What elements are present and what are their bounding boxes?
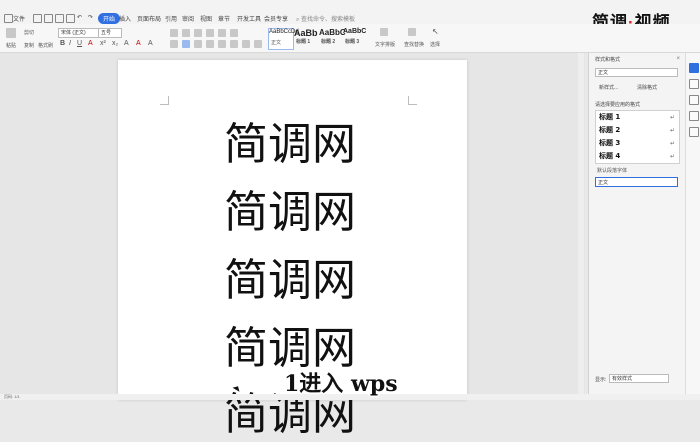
default-font-item[interactable]: 默认段落字体 xyxy=(597,167,627,174)
tab-view[interactable]: 视图 xyxy=(200,14,212,23)
style-heading-2[interactable]: AaBbC 标题 2 xyxy=(319,28,346,48)
subscript-icon[interactable]: x₂ xyxy=(112,40,118,47)
current-style-select[interactable]: 正文 xyxy=(595,68,678,77)
save-icon[interactable] xyxy=(33,14,42,23)
tab-member[interactable]: 会员专享 xyxy=(264,14,288,23)
text-layout-icon xyxy=(380,28,388,36)
tab-developer[interactable]: 开发工具 xyxy=(237,14,261,23)
paste-button[interactable]: 粘贴 xyxy=(6,42,16,49)
distributed-icon[interactable] xyxy=(218,40,226,48)
page-indicator: 页码: 1/1 xyxy=(4,394,20,399)
tab-references[interactable]: 引用 xyxy=(165,14,177,23)
video-caption: 1进入 wps xyxy=(284,371,398,397)
document-page[interactable]: 简调网 简调网 简调网 简调网 简调网 xyxy=(118,60,467,440)
undo-icon[interactable]: ↶ xyxy=(77,14,82,21)
ribbon-toolbar: 粘贴 剪切 复制 格式刷 宋体 (正文) 五号 B I U A x² x₂ A … xyxy=(0,24,700,53)
font-name-select[interactable]: 宋体 (正文) xyxy=(58,28,100,38)
cut-button[interactable]: 剪切 xyxy=(24,29,34,36)
menu-bar: 文件 ↶ ↷ 开始 插入 页面布局 引用 审阅 视图 章节 开发工具 会员专享 … xyxy=(0,0,700,32)
paragraph-mark-icon: ↵ xyxy=(669,127,675,134)
font-size-select[interactable]: 五号 xyxy=(98,28,122,38)
justify-icon[interactable] xyxy=(206,40,214,48)
style-list: 标题 1 ↵ 标题 2 ↵ 标题 3 ↵ 标题 4 ↵ xyxy=(595,110,680,164)
text-color-icon[interactable]: A xyxy=(136,40,141,47)
tab-review[interactable]: 审阅 xyxy=(182,14,194,23)
char-border-icon[interactable]: A xyxy=(148,40,153,47)
style-list-item-heading-2[interactable]: 标题 2 ↵ xyxy=(596,124,679,137)
document-line: 简调网 xyxy=(224,119,356,170)
paragraph-mark-icon: ↵ xyxy=(669,153,675,160)
line-spacing-icon[interactable] xyxy=(230,40,238,48)
tab-insert[interactable]: 插入 xyxy=(119,14,131,23)
menu-icon[interactable] xyxy=(4,14,13,23)
border-icon[interactable] xyxy=(254,40,262,48)
font-color-icon[interactable]: A xyxy=(88,40,93,47)
selected-style-item[interactable]: 正文 xyxy=(595,177,678,187)
show-label: 显示: xyxy=(595,377,607,383)
margin-mark-top-left xyxy=(160,96,169,105)
paste-icon[interactable] xyxy=(6,28,16,38)
search-input[interactable]: ⌕ 查找命令、搜索模板 xyxy=(296,14,355,24)
indent-icon[interactable] xyxy=(206,29,214,37)
share-icon[interactable] xyxy=(689,127,699,137)
italic-icon[interactable]: I xyxy=(69,40,71,47)
select-object-icon[interactable] xyxy=(689,79,699,89)
find-replace-icon xyxy=(408,28,416,36)
bullets-icon[interactable] xyxy=(170,29,178,37)
new-style-button[interactable]: 新样式... xyxy=(599,84,618,91)
paragraph-mark-icon: ↵ xyxy=(669,140,675,147)
bold-icon[interactable]: B xyxy=(60,40,65,47)
show-marks-icon[interactable] xyxy=(230,29,238,37)
styles-panel: 样式和格式 × 正文 新样式... 清除格式 请选择要应用的格式 标题 1 ↵ 标… xyxy=(588,53,685,400)
style-list-item-heading-1[interactable]: 标题 1 ↵ xyxy=(596,111,679,124)
select-icon: ↖ xyxy=(432,27,439,36)
properties-icon[interactable] xyxy=(689,95,699,105)
align-left-icon[interactable] xyxy=(170,40,178,48)
clear-format-button[interactable]: 清除格式 xyxy=(637,84,657,91)
style-panel-icon[interactable] xyxy=(689,63,699,73)
select-button[interactable]: 选择 xyxy=(430,41,440,48)
underline-icon[interactable]: U xyxy=(77,40,82,47)
style-list-item-heading-3[interactable]: 标题 3 ↵ xyxy=(596,137,679,150)
align-right-icon[interactable] xyxy=(194,40,202,48)
sort-icon[interactable] xyxy=(218,29,226,37)
superscript-icon[interactable]: x² xyxy=(100,40,106,47)
outdent-icon[interactable] xyxy=(194,29,202,37)
document-line: 简调网 xyxy=(224,187,356,238)
text-layout-button[interactable]: 文字排版 xyxy=(375,41,395,48)
tab-chapter[interactable]: 章节 xyxy=(218,14,230,23)
find-replace-button[interactable]: 查找替换 xyxy=(404,41,424,48)
menu-file[interactable]: 文件 xyxy=(13,14,25,23)
style-normal[interactable]: AaBbCcDd 正文 xyxy=(268,28,299,50)
vertical-scrollbar[interactable] xyxy=(578,53,584,400)
margin-mark-top-right xyxy=(408,96,417,105)
panel-title: 样式和格式 xyxy=(595,57,621,63)
redo-icon[interactable]: ↷ xyxy=(88,14,93,21)
shading-icon[interactable] xyxy=(242,40,250,48)
preview-icon[interactable] xyxy=(66,14,75,23)
style-heading-3[interactable]: AaBbC 标题 3 xyxy=(343,28,367,48)
close-icon[interactable]: × xyxy=(676,56,680,62)
export-icon[interactable] xyxy=(44,14,53,23)
print-icon[interactable] xyxy=(55,14,64,23)
align-center-icon[interactable] xyxy=(182,40,190,48)
tab-page-layout[interactable]: 页面布局 xyxy=(137,14,161,23)
copy-button[interactable]: 复制 xyxy=(24,42,34,49)
paragraph-mark-icon: ↵ xyxy=(669,114,675,121)
numbering-icon[interactable] xyxy=(182,29,190,37)
style-heading-1[interactable]: AaBb 标题 1 xyxy=(294,28,318,48)
document-line: 简调网 xyxy=(224,255,356,306)
highlight-icon[interactable]: A xyxy=(124,40,129,47)
tab-start[interactable]: 开始 xyxy=(98,13,121,24)
format-painter-button[interactable]: 格式刷 xyxy=(38,42,53,49)
restrict-icon[interactable] xyxy=(689,111,699,121)
side-toolbar xyxy=(685,53,700,400)
style-list-item-heading-4[interactable]: 标题 4 ↵ xyxy=(596,150,679,163)
show-filter-select[interactable]: 有效样式 xyxy=(609,374,669,383)
search-icon: ⌕ xyxy=(296,17,300,23)
apply-style-header: 请选择要应用的格式 xyxy=(595,102,641,108)
